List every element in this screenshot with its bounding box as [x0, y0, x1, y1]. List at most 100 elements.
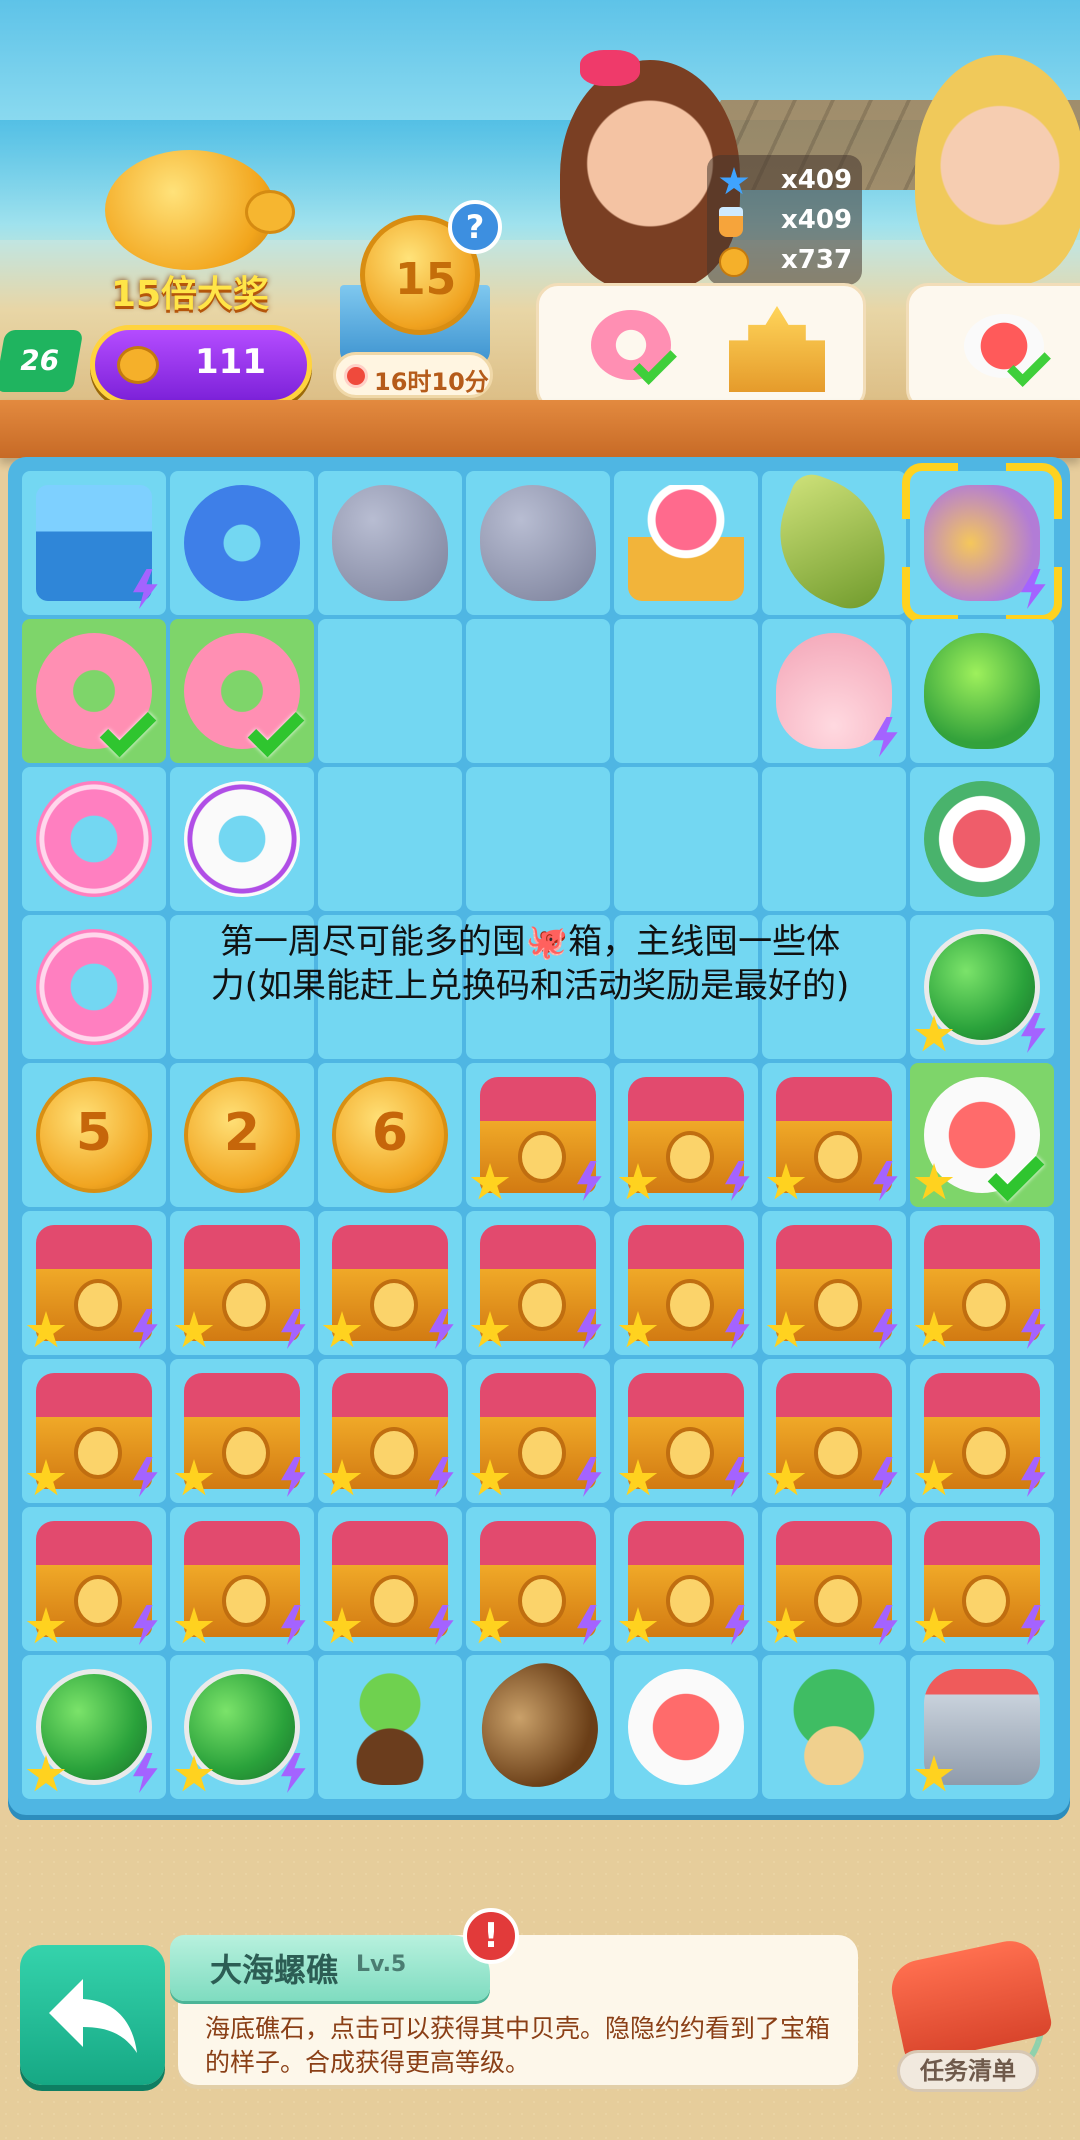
board-cell[interactable] — [22, 1655, 166, 1799]
back-button[interactable] — [20, 1945, 165, 2085]
board-cell[interactable] — [170, 471, 314, 615]
board-cell[interactable] — [466, 1063, 610, 1207]
star-count: x409 — [781, 165, 853, 195]
order-card-2[interactable] — [906, 283, 1080, 411]
board-cell[interactable] — [910, 1063, 1054, 1207]
octopus-chest-icon — [184, 1521, 300, 1637]
board-cell[interactable] — [318, 1359, 462, 1503]
board-cell[interactable] — [910, 619, 1054, 763]
medal-number: 15 — [395, 254, 457, 305]
board-cell[interactable] — [318, 767, 462, 911]
board-cell[interactable] — [910, 915, 1054, 1059]
resource-row-juice: x409 — [719, 205, 859, 241]
board-cell[interactable]: 5 — [22, 1063, 166, 1207]
board-cell[interactable] — [170, 619, 314, 763]
board-cell[interactable] — [614, 1655, 758, 1799]
board-cell[interactable] — [614, 767, 758, 911]
board-cell[interactable] — [318, 1655, 462, 1799]
board-cell[interactable] — [614, 619, 758, 763]
pink-donut-float-icon — [36, 781, 152, 897]
board-cell[interactable] — [170, 767, 314, 911]
board-cell[interactable] — [762, 619, 906, 763]
board-cell[interactable] — [614, 1063, 758, 1207]
board-cell[interactable] — [614, 1507, 758, 1651]
board-cell[interactable] — [318, 1211, 462, 1355]
order-card-1[interactable] — [536, 283, 866, 411]
guide-line-2: 力(如果能赶上兑换码和活动奖励是最好的) — [210, 966, 850, 1006]
wooden-shelf — [0, 400, 1080, 458]
board-cell[interactable] — [759, 468, 909, 618]
bean-counter[interactable]: 111 — [90, 325, 312, 405]
board-cell[interactable] — [22, 471, 166, 615]
alert-icon[interactable]: ! — [463, 1908, 519, 1964]
timer-text: 16时10分 — [374, 368, 489, 396]
task-list-button[interactable]: 任务清单 — [897, 2050, 1039, 2092]
coin-value: 6 — [371, 1103, 409, 1163]
board-cell[interactable] — [466, 471, 610, 615]
board-cell[interactable] — [466, 767, 610, 911]
board-cell[interactable] — [762, 1063, 906, 1207]
coin-value: 5 — [75, 1103, 113, 1163]
board-cell[interactable] — [170, 1359, 314, 1503]
board-cell[interactable] — [318, 1507, 462, 1651]
scallop-shell-icon — [776, 633, 892, 749]
board-cell[interactable] — [22, 915, 166, 1059]
octopus-chest-icon — [628, 1077, 744, 1193]
octopus-chest-icon — [332, 1225, 448, 1341]
board-cell[interactable] — [22, 1211, 166, 1355]
board-cell[interactable] — [466, 1359, 610, 1503]
octopus-chest-icon — [776, 1373, 892, 1489]
board-cell[interactable] — [318, 619, 462, 763]
octopus-chest-icon — [480, 1077, 596, 1193]
board-cell[interactable] — [910, 767, 1054, 911]
board-cell[interactable] — [466, 1211, 610, 1355]
dolphin-float-icon — [184, 485, 300, 601]
board-cell[interactable] — [318, 471, 462, 615]
octopus-chest-icon — [480, 1521, 596, 1637]
back-arrow-icon — [49, 1979, 137, 2053]
board-cell[interactable] — [466, 619, 610, 763]
board-cell[interactable] — [762, 1655, 906, 1799]
board-cell[interactable] — [22, 1507, 166, 1651]
fruit-tea-icon — [924, 781, 1040, 897]
board-cell[interactable] — [466, 1507, 610, 1651]
board-cell[interactable]: 6 — [318, 1063, 462, 1207]
piggy-bank-icon[interactable] — [105, 150, 295, 270]
board-cell[interactable] — [762, 767, 906, 911]
board-cell[interactable] — [170, 1655, 314, 1799]
question-icon[interactable]: ? — [448, 200, 502, 254]
board-cell[interactable] — [910, 1507, 1054, 1651]
board-cell[interactable] — [910, 1211, 1054, 1355]
board-cell[interactable] — [22, 1359, 166, 1503]
item-description: 海底礁石，点击可以获得其中贝壳。隐隐约约看到了宝箱的样子。合成获得更高等级。 — [205, 2014, 831, 2077]
board-cell[interactable] — [458, 1647, 618, 1807]
merge-board: 5 2 6 — [8, 457, 1070, 1815]
bonus-banner: 15倍大奖 — [110, 274, 270, 315]
board-cell[interactable]: 2 — [170, 1063, 314, 1207]
board-cell[interactable] — [762, 1507, 906, 1651]
board-cell[interactable] — [762, 1211, 906, 1355]
event-timer: 16时10分 — [333, 352, 493, 398]
seed-icon — [458, 1647, 618, 1807]
board-cell[interactable] — [762, 1359, 906, 1503]
juice-count: x409 — [781, 205, 853, 235]
octopus-chest-icon — [628, 1521, 744, 1637]
mossy-rock-icon — [480, 485, 596, 601]
board-cell[interactable] — [910, 1655, 1054, 1799]
board-cell[interactable] — [614, 1359, 758, 1503]
bean-count: 111 — [195, 342, 266, 382]
watermelon-tray-icon — [924, 929, 1040, 1045]
board-cell[interactable] — [170, 1211, 314, 1355]
level-number: 26 — [17, 344, 62, 377]
board-cell[interactable] — [170, 1507, 314, 1651]
octopus-chest-icon — [184, 1373, 300, 1489]
board-cell[interactable] — [614, 471, 758, 615]
board-cell[interactable] — [910, 1359, 1054, 1503]
board-cell[interactable] — [22, 619, 166, 763]
board-cell[interactable] — [902, 463, 1062, 623]
level-badge[interactable]: 26 — [0, 330, 84, 392]
item-title: 大海螺礁 — [210, 1951, 339, 1989]
guide-overlay-text: 第一周尽可能多的囤🐙箱，主线囤一些体 力(如果能赶上兑换码和活动奖励是最好的) — [150, 920, 910, 1008]
board-cell[interactable] — [22, 767, 166, 911]
board-cell[interactable] — [614, 1211, 758, 1355]
